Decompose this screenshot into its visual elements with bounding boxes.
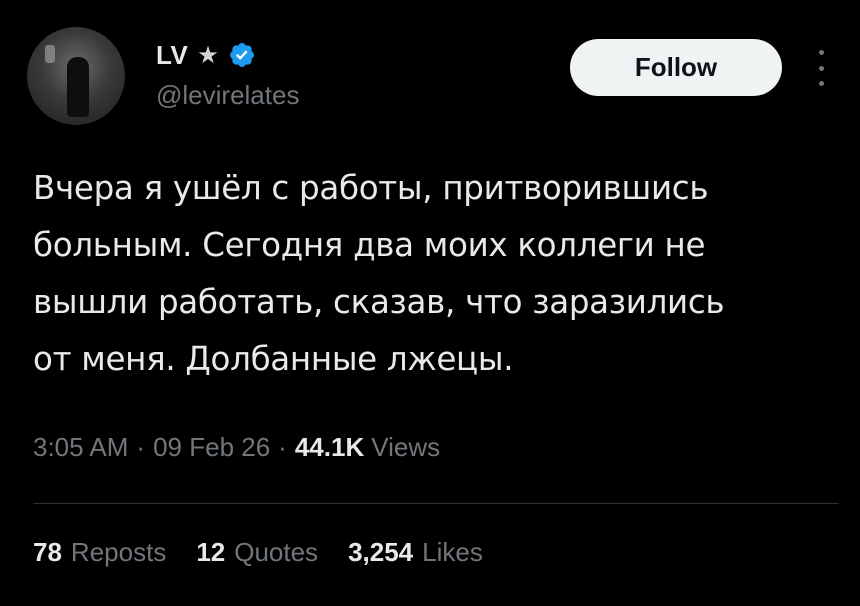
reposts-stat[interactable]: 78 Reposts [33,537,166,568]
more-options-icon[interactable] [814,50,828,86]
reposts-count: 78 [33,537,62,567]
star-icon: ★ [197,41,219,69]
engagement-stats: 78 Reposts 12 Quotes 3,254 Likes [33,537,483,568]
verified-badge-icon [229,43,254,67]
likes-count: 3,254 [348,537,414,567]
meta-separator: · [136,432,146,462]
views-count: 44.1K [294,432,365,462]
follow-button[interactable]: Follow [570,39,782,96]
tweet-meta: 3:05 AM · 09 Feb 26 · 44.1K Views [33,432,440,463]
avatar-figure [67,57,89,117]
quotes-stat[interactable]: 12 Quotes [196,537,318,568]
tweet-text: Вчера я ушёл с работы, притворившись бол… [33,169,725,378]
quotes-count: 12 [196,537,226,567]
display-name[interactable]: LV [156,40,188,71]
author-handle[interactable]: @levirelates [156,80,299,111]
views-label: Views [371,432,441,462]
divider [33,503,839,504]
meta-separator: · [278,432,287,462]
avatar-background [45,45,55,63]
more-dot [818,65,824,71]
more-dot [818,81,824,86]
reposts-label: Reposts [70,537,167,567]
author-name-row: LV ★ [156,38,256,72]
tweet-date[interactable]: 09 Feb 26 [153,432,270,463]
more-dot [818,50,824,55]
avatar[interactable] [27,27,125,125]
likes-stat[interactable]: 3,254 Likes [348,537,483,568]
likes-label: Likes [422,537,483,567]
quotes-label: Quotes [234,537,319,567]
tweet-time[interactable]: 3:05 AM [33,432,128,463]
